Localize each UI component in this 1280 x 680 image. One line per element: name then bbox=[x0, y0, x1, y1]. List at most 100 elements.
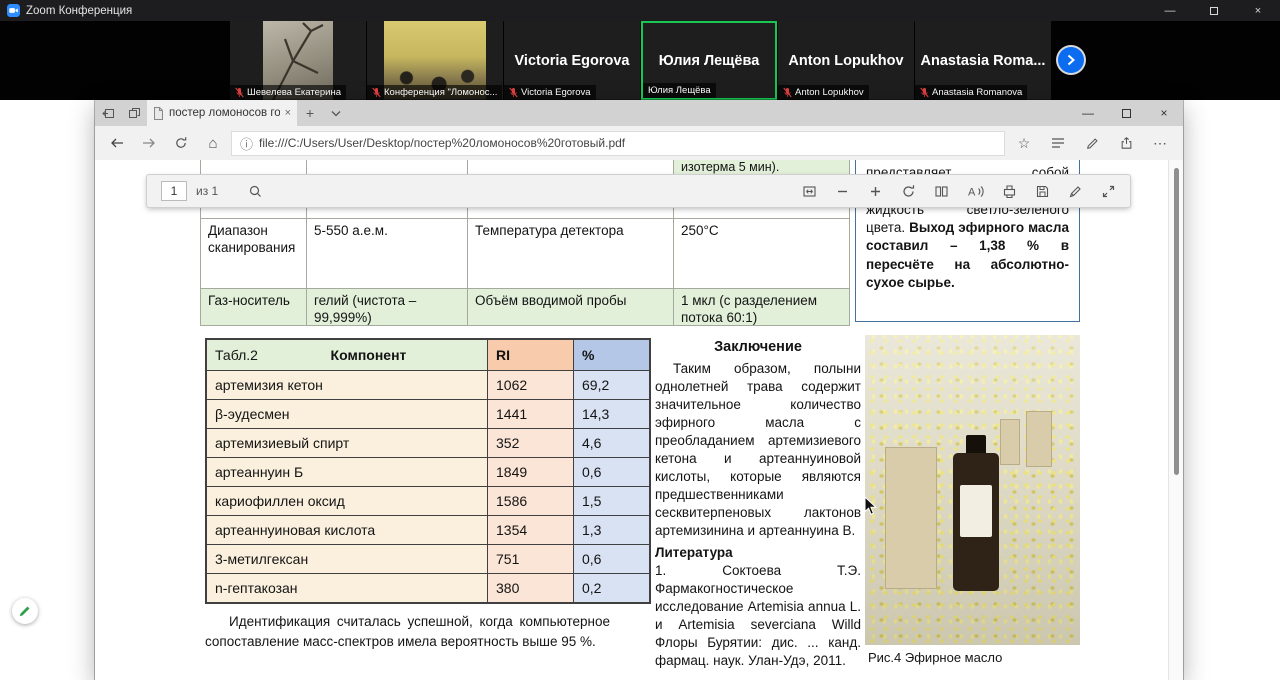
column-header-ri: RI bbox=[488, 340, 573, 370]
conclusion-column: Заключение Таким образом, полыни однолет… bbox=[655, 338, 861, 669]
zoom-minimize-button[interactable]: — bbox=[1148, 0, 1192, 21]
participant-tile-shevelева[interactable]: Шевелева Екатерина bbox=[230, 21, 366, 100]
table-cell: 69,2 bbox=[574, 371, 649, 399]
zoom-app-icon bbox=[7, 4, 20, 17]
tab-list-chevron-button[interactable] bbox=[323, 100, 349, 126]
participant-tile-victoria[interactable]: Victoria Egorova Victoria Egorova bbox=[504, 21, 640, 100]
participant-name-chip: Конференция "Ломонос... bbox=[367, 85, 502, 100]
zoom-titlebar: Zoom Конференция — × bbox=[0, 0, 1280, 21]
more-options-icon[interactable]: ⋯ bbox=[1145, 129, 1175, 157]
table-cell: артемизия кетон bbox=[207, 371, 487, 399]
table-cell: Температура детектора bbox=[468, 219, 673, 288]
forward-button[interactable] bbox=[135, 129, 163, 157]
participant-tiles: Шевелева Екатерина Конференция "Ломонос.… bbox=[230, 21, 1052, 100]
pdf-scrollbar[interactable] bbox=[1168, 160, 1183, 680]
tab-close-icon[interactable]: × bbox=[285, 107, 291, 119]
set-tabs-aside-button[interactable] bbox=[95, 100, 121, 126]
forward-arrow-icon bbox=[142, 137, 156, 149]
participant-tile-anastasia[interactable]: Anastasia Roma... Anastasia Romanova bbox=[915, 21, 1051, 100]
pdf-toolbar-actions: A bbox=[802, 184, 1116, 199]
print-icon[interactable] bbox=[1002, 184, 1017, 199]
muted-mic-icon bbox=[509, 87, 518, 98]
browser-tab-active[interactable]: постер ломоносов гот... × bbox=[147, 100, 297, 126]
page-number-input[interactable]: 1 bbox=[161, 181, 187, 201]
read-aloud-icon[interactable]: A bbox=[967, 184, 984, 199]
screen: Zoom Конференция — × Шевелева Екатерина bbox=[0, 0, 1280, 680]
web-note-pen-icon[interactable] bbox=[1077, 129, 1107, 157]
muted-mic-icon bbox=[372, 87, 381, 98]
table1-partial-cell: изотерма 5 мин). bbox=[674, 160, 849, 175]
pdf-document-icon bbox=[153, 107, 164, 120]
participant-name: Anastasia Romanova bbox=[932, 87, 1022, 98]
draw-icon[interactable] bbox=[1068, 184, 1083, 199]
next-participants-button[interactable] bbox=[1058, 47, 1084, 73]
table-cell: кариофиллен оксид bbox=[207, 487, 487, 515]
edge-close-button[interactable]: × bbox=[1145, 100, 1183, 126]
column-header-percent: % bbox=[574, 340, 649, 370]
participant-name-chip: Шевелева Екатерина bbox=[230, 85, 346, 100]
edge-minimize-button[interactable]: — bbox=[1069, 100, 1107, 126]
refresh-icon bbox=[174, 136, 188, 150]
annotate-button[interactable] bbox=[12, 598, 38, 624]
zoom-window-title: Zoom Конференция bbox=[26, 5, 132, 17]
mouse-cursor bbox=[864, 496, 878, 516]
chevron-right-icon bbox=[1066, 54, 1076, 66]
page-info-icon[interactable]: ⓘ bbox=[240, 134, 253, 153]
identification-note: Идентификация считалась успешной, когда … bbox=[205, 612, 610, 651]
page-layout-icon[interactable] bbox=[934, 184, 949, 199]
scrollbar-thumb[interactable] bbox=[1174, 168, 1179, 475]
table-cell: 4,6 bbox=[574, 429, 649, 457]
share-icon[interactable] bbox=[1111, 129, 1141, 157]
save-icon[interactable] bbox=[1035, 184, 1050, 199]
edge-maximize-button[interactable] bbox=[1107, 100, 1145, 126]
tabs-preview-button[interactable] bbox=[121, 100, 147, 126]
table-cell: 1849 bbox=[488, 458, 573, 486]
new-tab-button[interactable]: + bbox=[297, 100, 323, 126]
url-field[interactable]: ⓘ file:///C:/Users/User/Desktop/постер%2… bbox=[231, 131, 1005, 156]
participant-tile-anton[interactable]: Anton Lopukhov Anton Lopukhov bbox=[778, 21, 914, 100]
table-cell: 1,3 bbox=[574, 516, 649, 544]
zoom-video-strip: Шевелева Екатерина Конференция "Ломонос.… bbox=[0, 21, 1280, 100]
browser-addressbar: ⌂ ⓘ file:///C:/Users/User/Desktop/постер… bbox=[95, 126, 1183, 160]
zoom-maximize-button[interactable] bbox=[1192, 0, 1236, 21]
muted-mic-icon bbox=[783, 87, 792, 98]
table-cell: гелий (чистота – 99,999%) bbox=[307, 289, 467, 325]
zoom-in-icon[interactable] bbox=[868, 184, 883, 199]
pdf-viewer: изотерма 5 мин). Диапазон сканирования 5… bbox=[95, 160, 1183, 680]
literature-text: 1. Соктоева Т.Э. Фармакогностическое исс… bbox=[655, 562, 861, 670]
participant-name: Victoria Egorova bbox=[521, 87, 591, 98]
product-box-small bbox=[1026, 411, 1052, 467]
table-cell: 14,3 bbox=[574, 400, 649, 428]
table-cell: 3-метилгексан bbox=[207, 545, 487, 573]
zoom-close-button[interactable]: × bbox=[1236, 0, 1280, 21]
components-table: Табл.2 Компонент RI % артемизия кетон 10… bbox=[205, 338, 651, 604]
refresh-button[interactable] bbox=[167, 129, 195, 157]
product-box bbox=[885, 447, 937, 589]
edge-window-controls: — × bbox=[1069, 100, 1183, 126]
product-box-small bbox=[1000, 419, 1020, 465]
tab-title: постер ломоносов гот... bbox=[169, 107, 280, 119]
table-cell: артеаннуиновая кислота bbox=[207, 516, 487, 544]
edge-browser-window: постер ломоносов гот... × + — × bbox=[95, 100, 1183, 680]
table-cell: 250°C bbox=[674, 219, 849, 288]
participant-name-chip: Юлия Лещёва bbox=[643, 83, 716, 98]
fullscreen-icon[interactable] bbox=[1101, 184, 1116, 199]
participant-name: Anton Lopukhov bbox=[795, 87, 864, 98]
hub-icon[interactable] bbox=[1043, 129, 1073, 157]
chevron-down-icon bbox=[331, 110, 341, 117]
pencil-icon bbox=[18, 604, 32, 618]
search-icon[interactable] bbox=[248, 184, 263, 199]
participant-tile-yulia-active-speaker[interactable]: Юлия Лещёва Юлия Лещёва bbox=[641, 21, 777, 100]
table-cell: 0,6 bbox=[574, 545, 649, 573]
pdf-poster-page: изотерма 5 мин). Диапазон сканирования 5… bbox=[95, 160, 1183, 680]
back-button[interactable] bbox=[103, 129, 131, 157]
rotate-icon[interactable] bbox=[901, 184, 916, 199]
zoom-out-icon[interactable] bbox=[835, 184, 850, 199]
add-favorite-star-icon[interactable]: ☆ bbox=[1009, 129, 1039, 157]
figure-caption: Рис.4 Эфирное масло bbox=[868, 650, 1002, 665]
table-cell: n-гептакозан bbox=[207, 574, 487, 602]
home-button[interactable]: ⌂ bbox=[199, 129, 227, 157]
fit-to-page-icon[interactable] bbox=[802, 184, 817, 199]
participant-tile-conference[interactable]: Конференция "Ломонос... bbox=[367, 21, 503, 100]
table-label: Табл.2 bbox=[215, 347, 258, 363]
